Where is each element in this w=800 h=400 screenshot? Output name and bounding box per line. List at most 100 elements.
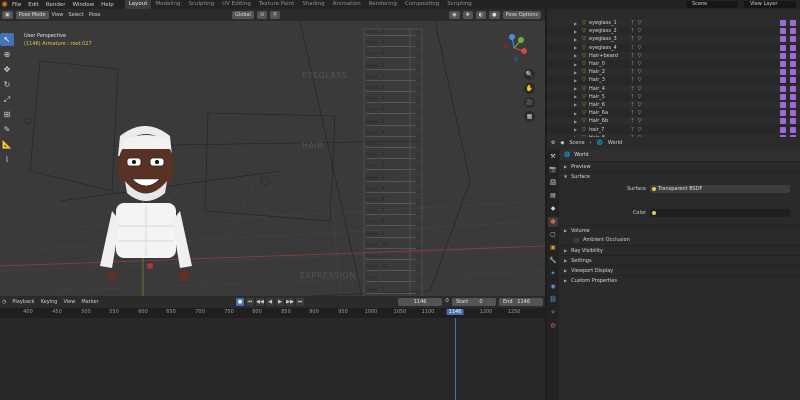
section-settings[interactable]: ▶ Settings — [560, 255, 800, 265]
blender-logo-icon[interactable]: ◉ — [0, 0, 9, 9]
bone-label[interactable]: type_ 8 — [366, 219, 420, 227]
section-preview[interactable]: ▶ Preview — [560, 161, 800, 171]
properties-editor-icon[interactable]: ⚙ — [551, 140, 555, 146]
expand-arrow-icon[interactable]: ▶ — [574, 94, 577, 99]
outliner-row[interactable]: ▶ ▽ Hair_0 ᛉ ▽ — [547, 60, 800, 68]
render-toggle-icon[interactable] — [790, 126, 796, 133]
visibility-toggle-icon[interactable] — [780, 44, 786, 51]
bone-label[interactable]: type_ 7 — [366, 208, 420, 216]
keying-menu[interactable]: Keying — [41, 299, 58, 305]
visibility-toggle-icon[interactable] — [780, 36, 786, 43]
gizmo-icon[interactable]: ✥ — [462, 11, 473, 19]
expand-arrow-icon[interactable]: ▶ — [574, 127, 577, 132]
bone-label[interactable]: type_ 5 — [366, 119, 420, 126]
visibility-toggle-icon[interactable] — [780, 69, 786, 76]
expand-arrow-icon[interactable]: ▶ — [574, 119, 577, 124]
bone-label[interactable]: type_ 3 — [366, 163, 420, 171]
tab-sculpting[interactable]: Sculpting — [184, 0, 218, 9]
outliner-row[interactable]: ▶ ▽ hair_7 ᛉ ▽ — [547, 125, 800, 133]
timeline-editor[interactable]: ◷ Playback Keying View Marker ● ⏮ ◀◀ ◀ ▶… — [0, 296, 545, 400]
outliner-row-name[interactable]: Hair_2 — [589, 69, 605, 75]
annotate-tool-icon[interactable]: ✎ — [0, 123, 14, 136]
visibility-toggle-icon[interactable] — [780, 20, 786, 27]
bone-label[interactable]: type_ 9 — [366, 231, 420, 238]
tab-animation[interactable]: Animation — [329, 0, 365, 9]
outliner-row[interactable]: ▶ ▽ Hair_6a ᛉ ▽ — [547, 109, 800, 117]
expand-arrow-icon[interactable]: ▶ — [574, 70, 577, 75]
bone-label[interactable]: type_ 12 — [366, 264, 420, 272]
render-toggle-icon[interactable] — [790, 20, 796, 27]
outliner-row-name[interactable]: Hair_6 — [589, 102, 605, 108]
world-datablock[interactable]: 🌐 World — [560, 149, 800, 161]
bone-label[interactable]: type_ 4 — [366, 175, 420, 182]
tab-compositing[interactable]: Compositing — [401, 0, 443, 9]
expand-arrow-icon[interactable]: ▶ — [574, 62, 577, 67]
play-icon[interactable]: ▶ — [276, 298, 284, 306]
view-layer-selector[interactable]: View Layer — [744, 1, 796, 8]
color-field[interactable] — [650, 209, 790, 217]
render-toggle-icon[interactable] — [790, 52, 796, 59]
outliner-row-name[interactable]: Hair_0 — [589, 61, 605, 67]
orientation-selector[interactable]: Global — [232, 11, 254, 19]
outliner-row[interactable]: ▶ ▽ Hair_3 ᛉ ▽ — [547, 76, 800, 84]
world-name[interactable]: World — [574, 152, 588, 158]
snap-icon[interactable]: ⚲ — [270, 11, 280, 19]
rotate-tool-icon[interactable]: ↻ — [0, 78, 14, 91]
next-key-icon[interactable]: ▶▶ — [286, 298, 294, 306]
visibility-toggle-icon[interactable] — [780, 52, 786, 59]
mode-selector[interactable]: Pose Mode — [15, 11, 49, 19]
world-tab-icon[interactable]: ● — [548, 217, 558, 227]
perspective-grid-icon[interactable]: ▦ — [524, 111, 535, 122]
expand-arrow-icon[interactable]: ▶ — [574, 37, 577, 42]
outliner-row-name[interactable]: hair_7 — [589, 127, 604, 133]
tab-modeling[interactable]: Modeling — [151, 0, 184, 9]
outliner-row-name[interactable]: Hair_6b — [589, 118, 608, 124]
visibility-toggle-icon[interactable] — [780, 101, 786, 108]
material-tab-icon[interactable]: ◍ — [548, 321, 558, 331]
tab-rendering[interactable]: Rendering — [365, 0, 401, 9]
select-menu[interactable]: Select — [68, 12, 83, 18]
render-toggle-icon[interactable] — [790, 44, 796, 51]
particles-tab-icon[interactable]: ✦ — [548, 269, 558, 279]
outliner-row[interactable]: ▶ ▽ Hair_2 ᛉ ▽ — [547, 68, 800, 77]
data-tab-icon[interactable]: ✧ — [548, 308, 558, 318]
ambient-occlusion-checkbox[interactable] — [574, 237, 579, 243]
scale-tool-icon[interactable]: ⤢ — [0, 93, 14, 106]
shading-solid-icon[interactable]: ● — [489, 11, 500, 19]
visibility-icon[interactable]: ◉ — [449, 11, 460, 19]
section-volume[interactable]: ▶ Volume — [560, 225, 800, 235]
bone-label[interactable]: type_ 10 — [366, 242, 420, 249]
outliner-row[interactable]: ▶ ▽ eyeglass_1 ᛉ ▽ — [547, 19, 800, 28]
move-tool-icon[interactable]: ✥ — [0, 63, 14, 76]
tab-scripting[interactable]: Scripting — [443, 0, 475, 9]
surface-shader-field[interactable]: Transparent BSDF — [650, 185, 790, 193]
collection-tab-icon[interactable]: ▢ — [548, 230, 558, 240]
render-toggle-icon[interactable] — [790, 101, 796, 108]
bone-label[interactable]: type_ 3 — [366, 96, 420, 104]
bone-label[interactable]: type_ 4 — [366, 51, 420, 59]
section-surface[interactable]: ▼ Surface — [560, 171, 800, 181]
frame-ruler[interactable]: 400 450 500 550 600 650 700 750 800 850 900 950 1000… — [0, 308, 545, 318]
menu-render[interactable]: Render — [46, 2, 66, 8]
menu-file[interactable]: File — [12, 2, 21, 8]
outliner-row-name[interactable]: Hair+beard — [589, 53, 618, 59]
tab-layout[interactable]: Layout — [124, 0, 152, 9]
outliner-row-name[interactable]: eyeglass_1 — [589, 20, 617, 26]
pose-options-button[interactable]: Pose Options — [502, 11, 541, 19]
expand-arrow-icon[interactable]: ▶ — [574, 78, 577, 83]
timeline-body[interactable] — [0, 318, 545, 400]
tab-shading[interactable]: Shading — [298, 0, 328, 9]
tab-uv-editing[interactable]: UV Editing — [218, 0, 255, 9]
expand-arrow-icon[interactable]: ▶ — [574, 111, 577, 116]
expand-arrow-icon[interactable]: ▶ — [574, 86, 577, 91]
menu-window[interactable]: Window — [72, 2, 94, 8]
ambient-occlusion-row[interactable]: Ambient Occlusion — [560, 235, 800, 245]
play-reverse-icon[interactable]: ◀ — [266, 298, 274, 306]
bone-label[interactable]: type_ 3 — [366, 40, 420, 48]
bone-label[interactable]: type_ 2 — [366, 29, 420, 36]
editor-type-button[interactable]: ▣ — [2, 11, 13, 19]
visibility-toggle-icon[interactable] — [780, 85, 786, 92]
render-toggle-icon[interactable] — [790, 93, 796, 100]
viewport-scene[interactable] — [0, 21, 545, 296]
zoom-icon[interactable]: 🔍 — [524, 69, 535, 80]
